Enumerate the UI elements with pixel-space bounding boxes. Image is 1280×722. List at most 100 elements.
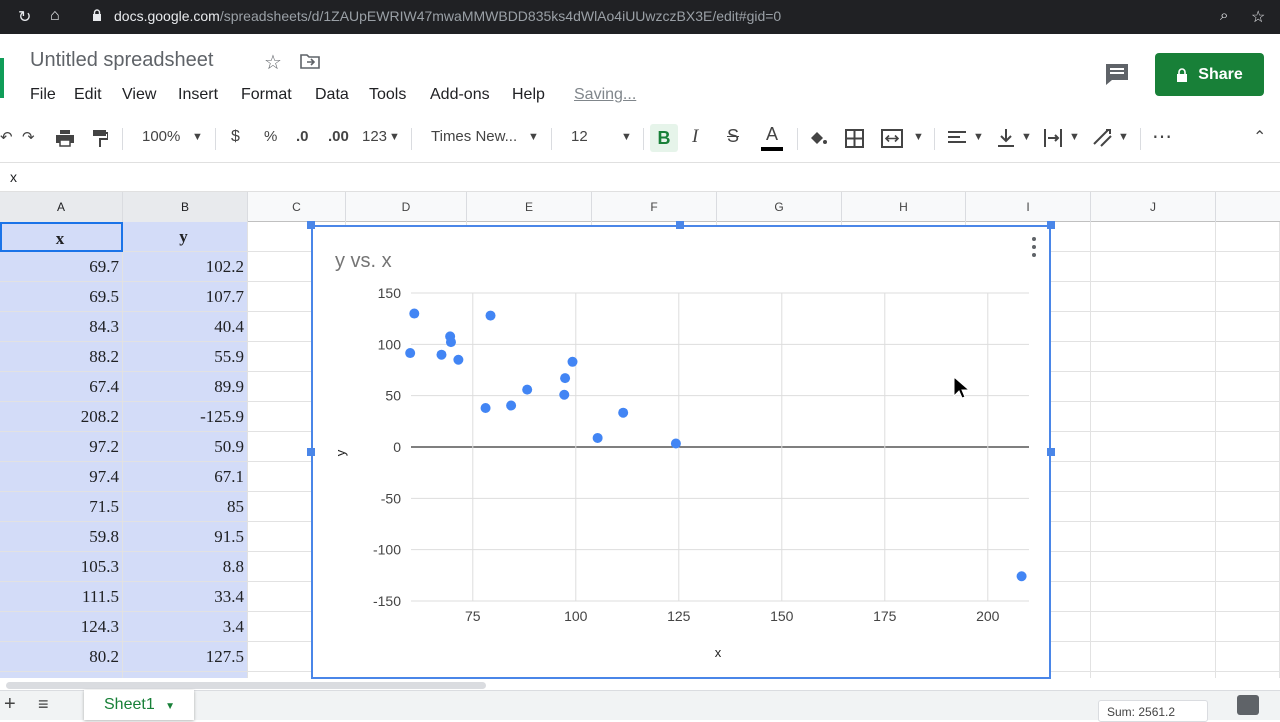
empty-cell[interactable]	[1216, 672, 1280, 678]
move-to-folder-icon[interactable]	[300, 53, 320, 69]
empty-cell[interactable]	[1216, 402, 1280, 432]
increase-decimal-button[interactable]: .00	[328, 128, 349, 145]
menu-data[interactable]: Data	[315, 86, 349, 104]
resize-handle[interactable]	[676, 221, 684, 229]
header-cell[interactable]: y	[123, 222, 248, 252]
column-header-i[interactable]: I	[966, 192, 1091, 222]
table-cell[interactable]: 97.2	[0, 432, 123, 462]
redo-icon[interactable]: ↷	[22, 128, 35, 146]
more-icon[interactable]: ⋯	[1152, 124, 1172, 149]
table-cell[interactable]: 67.4	[0, 372, 123, 402]
menu-format[interactable]: Format	[241, 86, 292, 104]
empty-cell[interactable]	[1091, 252, 1216, 282]
empty-cell[interactable]	[1091, 282, 1216, 312]
table-cell[interactable]: 8.8	[123, 552, 248, 582]
table-cell[interactable]: 55.9	[123, 342, 248, 372]
print-icon[interactable]	[55, 129, 75, 147]
column-header-b[interactable]: B	[123, 192, 248, 222]
chevron-down-icon[interactable]: ▼	[1118, 131, 1129, 143]
percent-button[interactable]: %	[264, 128, 277, 145]
table-cell[interactable]: 69.5	[0, 282, 123, 312]
table-cell[interactable]: 97.4	[0, 462, 123, 492]
undo-icon[interactable]: ↶	[0, 128, 13, 146]
empty-cell[interactable]	[1091, 672, 1216, 678]
chevron-down-icon[interactable]: ▼	[621, 131, 632, 143]
resize-handle[interactable]	[1047, 448, 1055, 456]
sum-indicator[interactable]: Sum: 2561.2	[1098, 700, 1208, 722]
resize-handle[interactable]	[307, 448, 315, 456]
chevron-down-icon[interactable]: ▼	[389, 131, 400, 143]
merge-cells-icon[interactable]	[881, 129, 903, 148]
table-cell[interactable]: 111.5	[0, 582, 123, 612]
font-size-select[interactable]: 12	[571, 128, 588, 145]
table-cell[interactable]: 85	[123, 492, 248, 522]
reload-icon[interactable]: ↻	[18, 7, 31, 27]
align-left-icon[interactable]	[947, 130, 967, 146]
document-title[interactable]: Untitled spreadsheet	[30, 49, 213, 72]
empty-cell[interactable]	[1091, 312, 1216, 342]
empty-cell[interactable]	[1216, 582, 1280, 612]
empty-cell[interactable]	[1091, 372, 1216, 402]
table-cell[interactable]: 67.1	[123, 462, 248, 492]
menu-view[interactable]: View	[122, 86, 156, 104]
table-cell[interactable]: 91.5	[123, 522, 248, 552]
empty-cell[interactable]	[1091, 402, 1216, 432]
empty-cell[interactable]	[1216, 462, 1280, 492]
empty-cell[interactable]	[1091, 552, 1216, 582]
menu-addons[interactable]: Add-ons	[430, 86, 490, 104]
table-cell[interactable]: 50.9	[123, 432, 248, 462]
empty-cell[interactable]	[1091, 462, 1216, 492]
menu-help[interactable]: Help	[512, 86, 545, 104]
star-icon[interactable]: ☆	[264, 50, 282, 75]
table-cell[interactable]: 208.2	[0, 402, 123, 432]
table-cell[interactable]	[123, 672, 248, 678]
chevron-down-icon[interactable]: ▼	[913, 131, 924, 143]
empty-cell[interactable]	[1216, 552, 1280, 582]
vertical-align-icon[interactable]	[997, 128, 1015, 148]
column-header-a[interactable]: A	[0, 192, 123, 222]
empty-cell[interactable]	[1216, 492, 1280, 522]
menu-tools[interactable]: Tools	[369, 86, 406, 104]
strikethrough-button[interactable]: S	[727, 126, 739, 147]
text-wrapping-icon[interactable]	[1043, 128, 1063, 148]
table-cell[interactable]	[0, 672, 123, 678]
empty-cell[interactable]	[1091, 522, 1216, 552]
empty-cell[interactable]	[1216, 342, 1280, 372]
chevron-down-icon[interactable]: ▼	[528, 131, 539, 143]
empty-cell[interactable]	[1091, 222, 1216, 252]
currency-button[interactable]: $	[231, 128, 240, 146]
more-formats-button[interactable]: 123	[362, 128, 387, 145]
table-cell[interactable]: 80.2	[0, 642, 123, 672]
table-cell[interactable]: 102.2	[123, 252, 248, 282]
empty-cell[interactable]	[1216, 282, 1280, 312]
empty-cell[interactable]	[1091, 342, 1216, 372]
table-cell[interactable]: 84.3	[0, 312, 123, 342]
saving-status[interactable]: Saving...	[574, 86, 636, 104]
italic-button[interactable]: I	[692, 126, 698, 148]
empty-cell[interactable]	[1216, 252, 1280, 282]
chevron-down-icon[interactable]: ▼	[973, 131, 984, 143]
empty-cell[interactable]	[1091, 612, 1216, 642]
header-cell[interactable]: x	[0, 222, 123, 252]
font-select[interactable]: Times New...	[431, 128, 517, 145]
table-cell[interactable]: -125.9	[123, 402, 248, 432]
table-cell[interactable]: 89.9	[123, 372, 248, 402]
share-button[interactable]: Share	[1155, 53, 1264, 96]
menu-edit[interactable]: Edit	[74, 86, 102, 104]
zoom-select[interactable]: 100%	[142, 128, 180, 145]
column-header-c[interactable]: C	[248, 192, 346, 222]
table-cell[interactable]: 59.8	[0, 522, 123, 552]
column-header-h[interactable]: H	[842, 192, 966, 222]
fill-color-icon[interactable]	[808, 128, 828, 148]
resize-handle[interactable]	[307, 221, 315, 229]
column-header-g[interactable]: G	[717, 192, 842, 222]
menu-insert[interactable]: Insert	[178, 86, 218, 104]
empty-cell[interactable]	[1216, 222, 1280, 252]
url-field[interactable]: docs.google.com/spreadsheets/d/1ZAUpEWRI…	[114, 8, 781, 24]
text-rotation-icon[interactable]	[1092, 128, 1114, 148]
formula-bar[interactable]: x	[0, 162, 1280, 192]
empty-cell[interactable]	[1216, 522, 1280, 552]
borders-icon[interactable]	[845, 129, 864, 148]
chevron-down-icon[interactable]: ▼	[192, 131, 203, 143]
comment-icon[interactable]	[1104, 62, 1130, 86]
